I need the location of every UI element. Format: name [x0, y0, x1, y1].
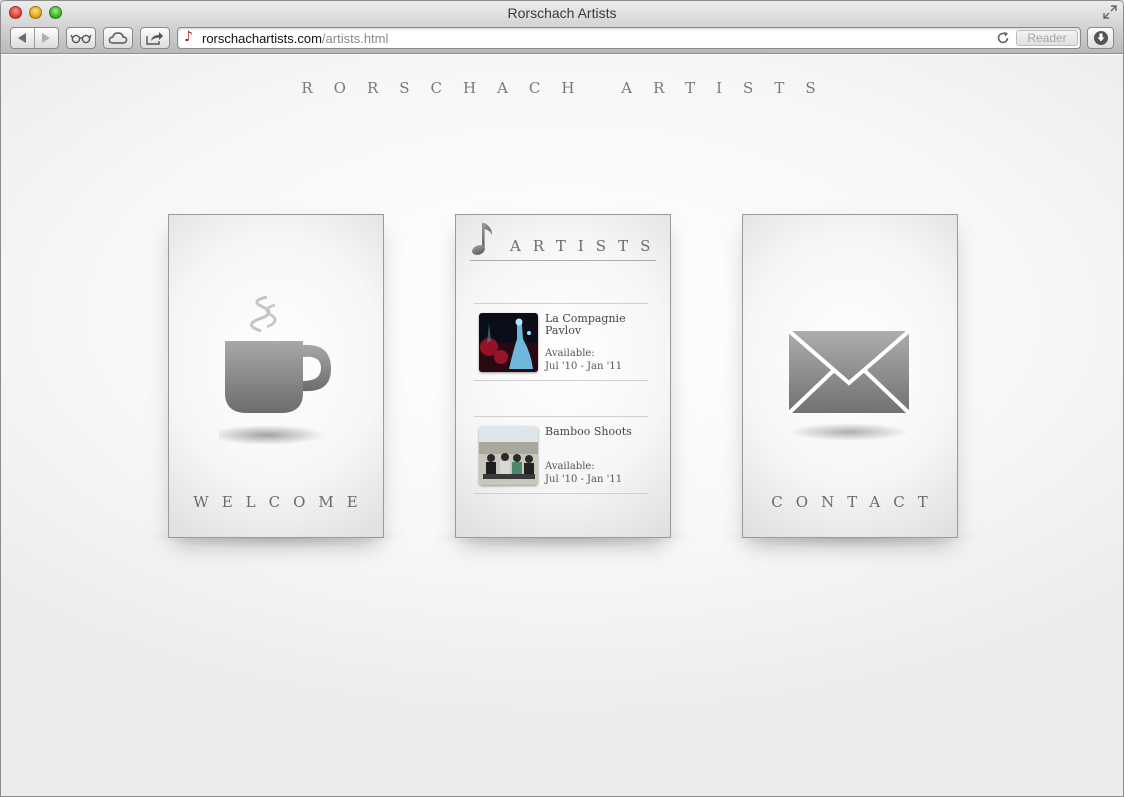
contact-label: CONTACT — [771, 493, 941, 511]
back-arrow-icon — [18, 33, 27, 43]
title-bar: Rorschach Artists — [1, 1, 1123, 24]
url-path: /artists.html — [321, 31, 389, 46]
artist-photo-image — [479, 313, 538, 372]
availability-label: Available: — [545, 461, 595, 472]
glasses-icon — [70, 34, 92, 44]
forward-button[interactable] — [35, 28, 58, 48]
download-icon — [1093, 31, 1108, 45]
welcome-card[interactable]: WELCOME — [168, 214, 384, 538]
share-icon — [146, 32, 163, 45]
artist-photo-image — [479, 426, 538, 485]
artist-photo[interactable] — [479, 426, 538, 485]
artists-card: ARTISTS La Compagnie Pavlov Available: J… — [455, 214, 671, 538]
contact-card[interactable]: CONTACT — [742, 214, 958, 538]
url-host: rorschachartists.com — [202, 31, 322, 46]
site-title[interactable]: RORSCHACH ARTISTS — [1, 79, 1123, 97]
icloud-tabs-button[interactable] — [103, 27, 133, 49]
reader-button[interactable]: Reader — [1016, 30, 1078, 46]
reading-list-button[interactable] — [66, 27, 96, 49]
artists-header: ARTISTS — [470, 221, 656, 261]
availability-label: Available: — [545, 348, 595, 359]
back-button[interactable] — [11, 28, 35, 48]
address-bar[interactable]: ♪ rorschachartists.com/artists.html Read… — [177, 27, 1081, 49]
page-content: RORSCHACH ARTISTS WELCOME ARTISTS La Com… — [1, 55, 1123, 796]
music-note-favicon-icon: ♪ — [184, 29, 193, 45]
window-title: Rorschach Artists — [507, 5, 617, 21]
share-button[interactable] — [140, 27, 170, 49]
artist-list-item[interactable]: Bamboo Shoots Available: Jul '10 - Jan '… — [474, 416, 648, 494]
cloud-icon — [108, 32, 128, 44]
artist-list-item[interactable]: La Compagnie Pavlov Available: Jul '10 -… — [474, 303, 648, 381]
artist-name[interactable]: La Compagnie Pavlov — [545, 313, 645, 337]
forward-arrow-icon — [42, 33, 51, 43]
reload-icon[interactable] — [996, 31, 1010, 45]
welcome-label: WELCOME — [193, 493, 371, 511]
history-nav — [10, 27, 59, 49]
music-note-icon — [472, 223, 492, 255]
artist-photo[interactable] — [479, 313, 538, 372]
fullscreen-icon[interactable] — [1103, 5, 1117, 19]
url-text[interactable]: rorschachartists.com/artists.html — [202, 31, 388, 46]
browser-toolbar: ♪ rorschachartists.com/artists.html Read… — [1, 24, 1123, 54]
envelope-icon — [787, 331, 911, 441]
availability-dates: Jul '10 - Jan '11 — [545, 474, 623, 485]
downloads-button[interactable] — [1087, 27, 1114, 49]
coffee-cup-icon — [219, 295, 331, 445]
artists-heading: ARTISTS — [510, 237, 663, 255]
browser-window: Rorschach Artists ♪ rorschachartists.com… — [0, 0, 1124, 797]
availability-dates: Jul '10 - Jan '11 — [545, 361, 623, 372]
artist-name[interactable]: Bamboo Shoots — [545, 426, 645, 438]
